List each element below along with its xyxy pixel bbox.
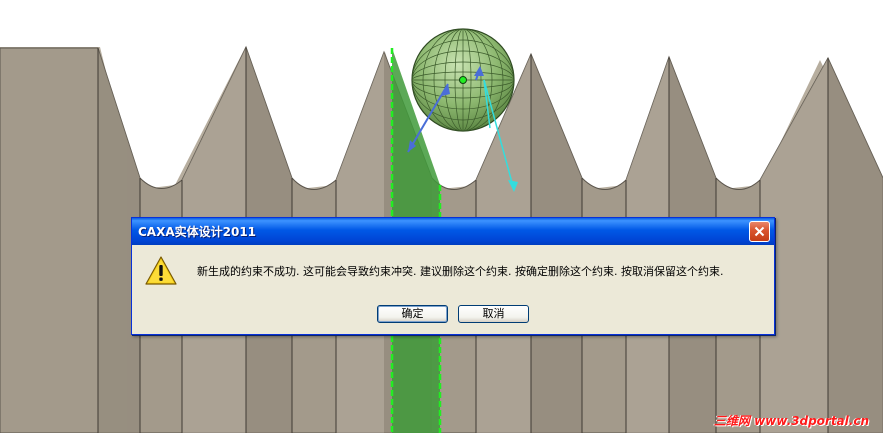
dialog-title: CAXA实体设计2011 <box>138 225 257 239</box>
ok-button[interactable]: 确定 <box>377 305 448 323</box>
cancel-button[interactable]: 取消 <box>458 305 529 323</box>
dialog-titlebar[interactable]: CAXA实体设计2011 <box>132 218 774 245</box>
dialog-message: 新生成的约束不成功. 这可能会导致约束冲突. 建议删除这个约束. 按确定删除这个… <box>197 265 724 278</box>
gizmo-sphere[interactable] <box>411 28 515 132</box>
watermark: 三维网 www.3dportal.cn <box>713 414 869 428</box>
warning-icon <box>145 255 177 287</box>
close-button[interactable] <box>749 221 770 242</box>
constraint-warning-dialog: CAXA实体设计2011 新生成的约束不成功. 这可能会导致约束冲突. 建议删除… <box>131 217 775 335</box>
